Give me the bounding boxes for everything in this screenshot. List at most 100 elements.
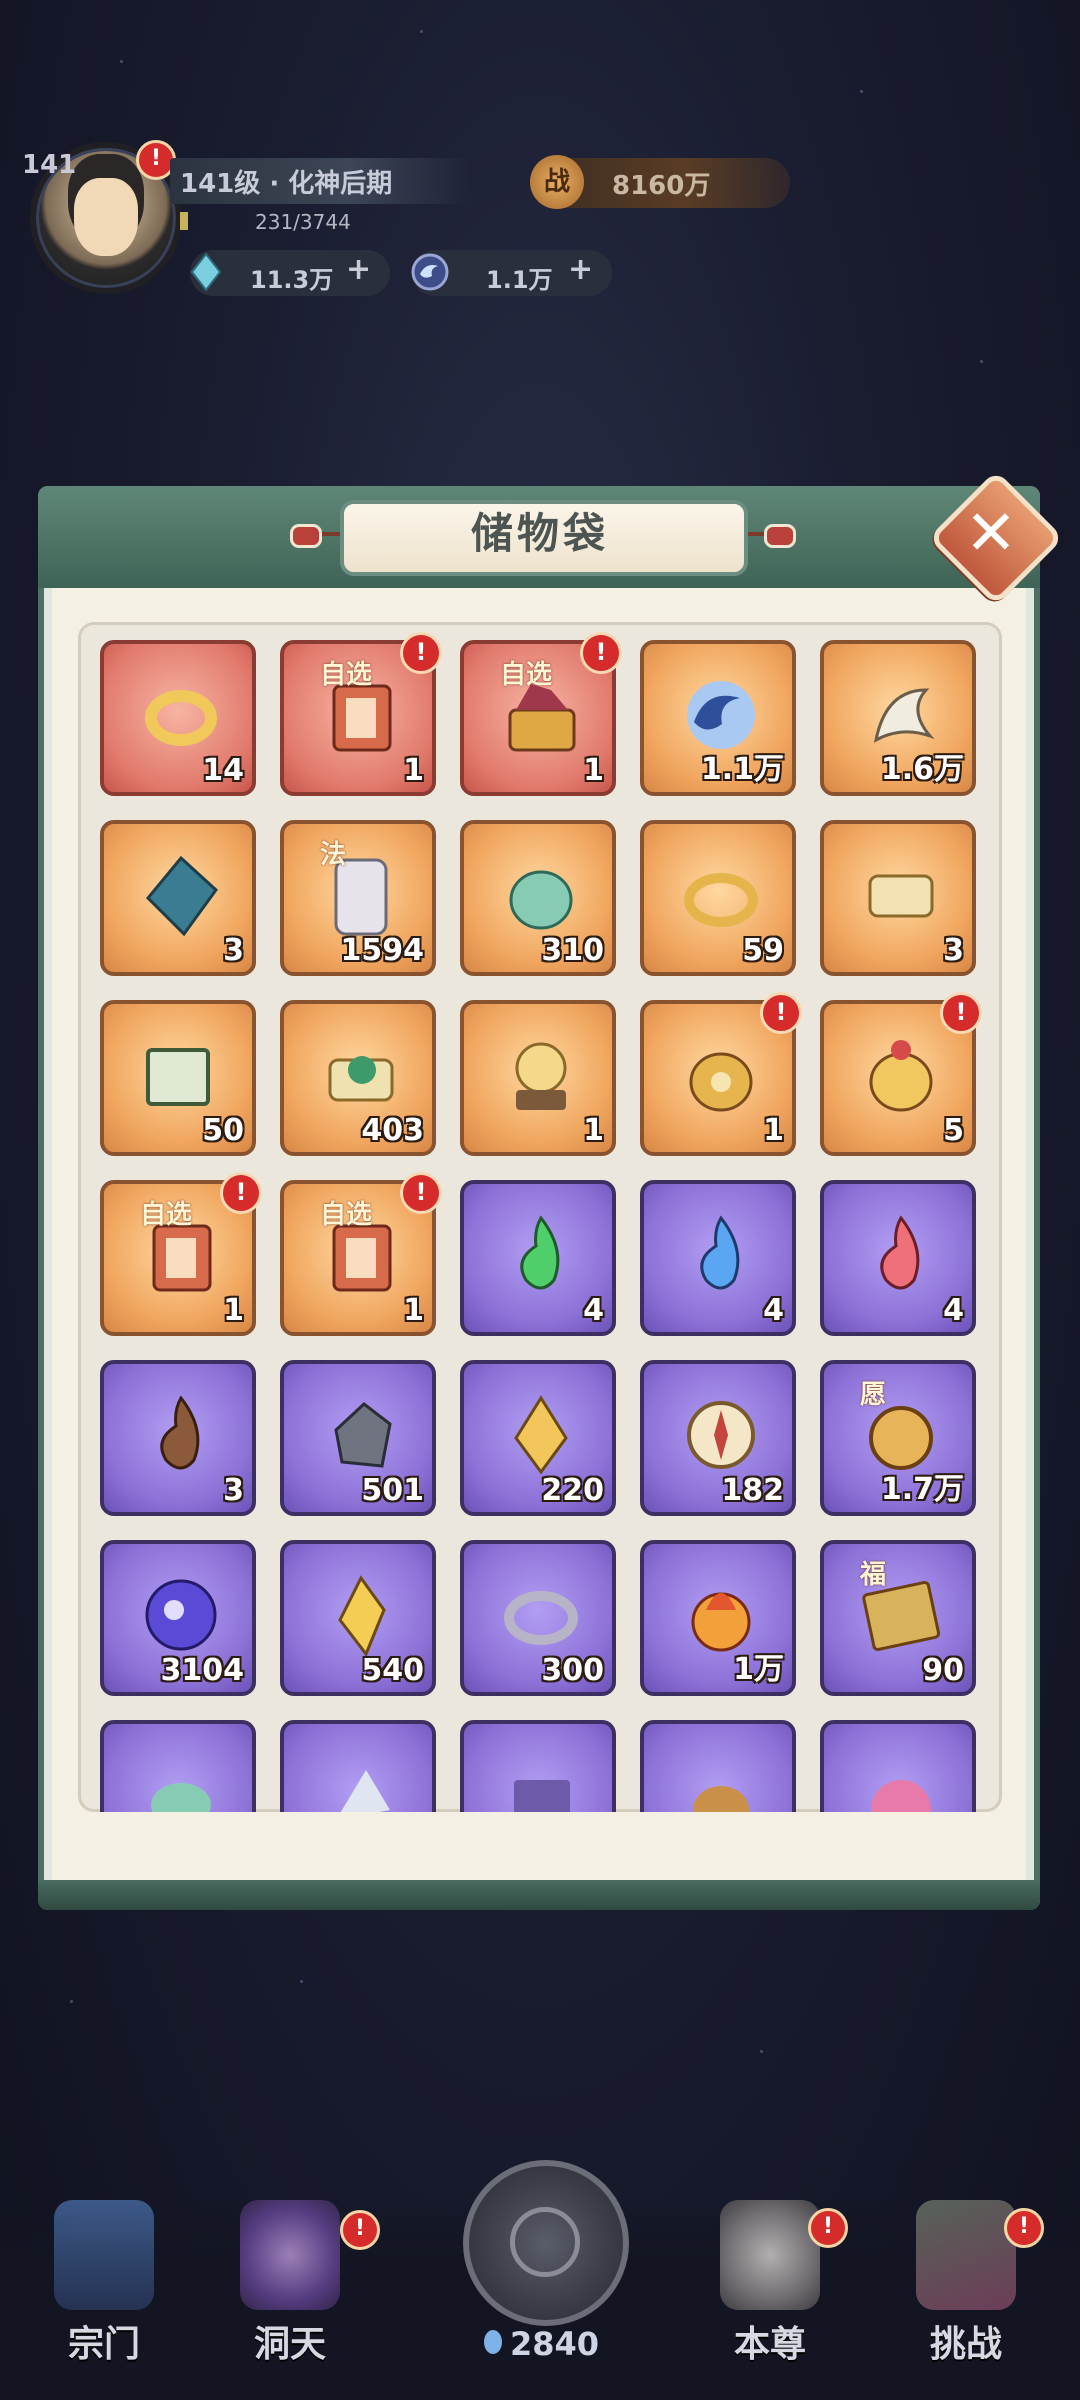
inventory-slot[interactable]: 自选 1! [280, 632, 442, 796]
silver-ring-icon [504, 1591, 578, 1645]
swirl-coin-icon [411, 253, 449, 291]
inventory-slot[interactable]: 3 [100, 1360, 256, 1516]
item-notification-dot: ! [400, 632, 442, 674]
paper-item-icon [340, 1770, 390, 1812]
nav-cave[interactable]: ! 洞天 [210, 2200, 380, 2390]
inventory-slot[interactable]: 540 [280, 1540, 436, 1696]
item-tag-label: 自选 [500, 660, 553, 690]
item-notification-dot: ! [580, 632, 622, 674]
inventory-slot[interactable]: 300 [460, 1540, 616, 1696]
item-count: 540 [361, 1653, 424, 1688]
crystal-add-button[interactable]: + [346, 252, 371, 287]
inventory-slot[interactable]: 法 1594 [280, 820, 436, 976]
inventory-slot[interactable]: 403 [280, 1000, 436, 1156]
coin-add-button[interactable]: + [568, 252, 593, 287]
inventory-slot[interactable] [460, 1720, 616, 1812]
item-count: 1 [403, 1293, 424, 1328]
inventory-slot[interactable]: 1.1万 [640, 640, 796, 796]
jade-beast-icon [509, 870, 573, 930]
crystal-value: 11.3万 [250, 266, 334, 294]
inventory-slot[interactable]: 5! [820, 992, 982, 1156]
center-spirit-ring-icon [510, 2207, 580, 2277]
inventory-slot[interactable]: 1.6万 [820, 640, 976, 796]
inventory-slot[interactable]: 220 [460, 1360, 616, 1516]
nav-challenge[interactable]: ! 挑战 [886, 2200, 1046, 2390]
item-count: 4 [943, 1293, 964, 1328]
panel-footer [38, 1880, 1040, 1910]
book-item-icon [514, 1780, 570, 1812]
inventory-slot[interactable]: 4 [820, 1180, 976, 1336]
item-tag-label: 法 [320, 840, 347, 870]
inventory-slot[interactable]: 自选 1! [100, 1172, 262, 1336]
inventory-slot[interactable]: 3 [820, 820, 976, 976]
coin-value: 1.1万 [486, 266, 553, 294]
item-count: 501 [361, 1473, 424, 1508]
inventory-slot[interactable]: 1万 [640, 1540, 796, 1696]
inventory-slot[interactable]: 自选 1! [280, 1172, 442, 1336]
item-count: 3 [223, 933, 244, 968]
inventory-slot[interactable]: 福 90 [820, 1540, 976, 1696]
inventory-slot[interactable] [820, 1720, 976, 1812]
inventory-slot[interactable]: 310 [460, 820, 616, 976]
player-status-bar: 141 ! 141级 · 化神后期 231/3744 战 8160万 11.3万… [0, 0, 1080, 320]
item-tag-label: 自选 [140, 1200, 193, 1230]
close-icon[interactable]: ✕ [948, 490, 1034, 576]
item-count: 50 [202, 1113, 244, 1148]
item-count: 300 [541, 1653, 604, 1688]
inventory-slot[interactable]: 1! [640, 992, 802, 1156]
item-count: 182 [721, 1473, 784, 1508]
item-count: 1 [223, 1293, 244, 1328]
inventory-slot[interactable]: 1 [460, 1000, 616, 1156]
crystal-ball-icon [515, 1042, 567, 1110]
scroll-icon [868, 874, 934, 918]
nav-challenge-label: 挑战 [929, 2324, 1002, 2365]
spirit-drop-icon [484, 2330, 502, 2354]
item-notification-dot: ! [940, 992, 982, 1034]
exp-text: 231/3744 [255, 210, 351, 234]
herb-scroll-icon [328, 1056, 394, 1102]
nav-challenge-badge: ! [1004, 2208, 1044, 2248]
inventory-slot[interactable]: 4 [640, 1180, 796, 1336]
inventory-slot[interactable]: 愿 1.7万 [820, 1360, 976, 1516]
gold-bangle-icon [684, 873, 758, 927]
item-count: 1.7万 [880, 1472, 964, 1507]
inventory-slot[interactable] [100, 1720, 256, 1812]
item-count: 4 [583, 1293, 604, 1328]
blue-shard-icon [145, 855, 219, 937]
blue-flame-icon [700, 1215, 740, 1290]
inventory-slot[interactable]: 59 [640, 820, 796, 976]
inventory-scroll-area[interactable]: 14 自选 1! 自选 1! 1.1万 1.6万 3 法 1594 310 59 3 50 403 1 1! 5!… [78, 622, 1002, 1812]
inventory-slot[interactable]: 3 [100, 820, 256, 976]
inventory-slot[interactable]: 4 [460, 1180, 616, 1336]
star [760, 2050, 763, 2053]
item-notification-dot: ! [760, 992, 802, 1034]
iron-ore-icon [334, 1402, 392, 1468]
inventory-slot[interactable] [640, 1720, 796, 1812]
rope-knot-left [290, 524, 322, 548]
inventory-slot[interactable]: 14 [100, 640, 256, 796]
gold-crystal-icon [514, 1395, 568, 1475]
nav-self-label: 本尊 [733, 2324, 806, 2365]
inventory-slot[interactable]: 182 [640, 1360, 796, 1516]
inventory-slot[interactable] [280, 1720, 436, 1812]
item-count: 1 [403, 753, 424, 788]
item-count: 1 [583, 753, 604, 788]
item-count: 90 [922, 1653, 964, 1688]
inventory-slot[interactable]: 自选 1! [460, 632, 622, 796]
pink-orb-icon [871, 1780, 931, 1812]
spirit-value: 2840 [510, 2325, 600, 2363]
nav-self[interactable]: ! 本尊 [690, 2200, 850, 2390]
rope-knot-right [764, 524, 796, 548]
red-flame-icon [880, 1215, 920, 1290]
green-flame-icon [520, 1215, 560, 1290]
item-count: 14 [202, 753, 244, 788]
gold-gem-icon [338, 1575, 386, 1657]
nav-sect[interactable]: 宗门 [24, 2200, 184, 2390]
item-count: 310 [541, 933, 604, 968]
level-text: 141级 · 化神后期 [180, 169, 393, 199]
inventory-slot[interactable]: 501 [280, 1360, 436, 1516]
inventory-slot[interactable]: 3104 [100, 1540, 256, 1696]
inventory-slot[interactable]: 50 [100, 1000, 256, 1156]
purple-orb-icon [145, 1579, 217, 1651]
item-tag-label: 福 [860, 1560, 887, 1590]
